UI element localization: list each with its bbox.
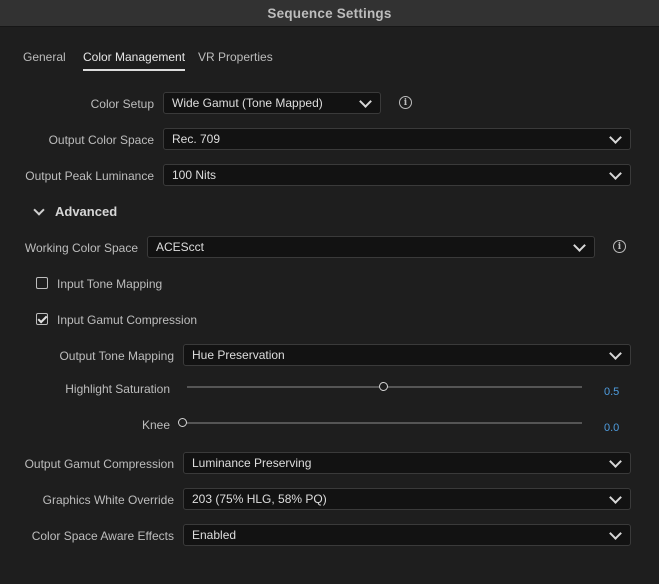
color-space-aware-effects-dropdown[interactable]: Enabled bbox=[183, 524, 631, 546]
output-gamut-compression-dropdown[interactable]: Luminance Preserving bbox=[183, 452, 631, 474]
color-setup-value: Wide Gamut (Tone Mapped) bbox=[172, 96, 323, 110]
knee-track[interactable] bbox=[183, 422, 582, 424]
input-gamut-compression-checkbox[interactable] bbox=[36, 313, 48, 325]
knee-thumb[interactable] bbox=[178, 418, 187, 427]
window-title: Sequence Settings bbox=[267, 5, 392, 21]
output-peak-luminance-dropdown[interactable]: 100 Nits bbox=[163, 164, 631, 186]
chevron-down-icon bbox=[609, 526, 622, 540]
color-setup-dropdown[interactable]: Wide Gamut (Tone Mapped) bbox=[163, 92, 381, 114]
knee-label: Knee bbox=[141, 418, 170, 432]
chevron-down-icon bbox=[573, 238, 586, 252]
highlight-saturation-thumb[interactable] bbox=[379, 382, 388, 391]
graphics-white-override-label: Graphics White Override bbox=[42, 493, 174, 507]
color-space-aware-effects-value: Enabled bbox=[192, 528, 237, 542]
title-bar: Sequence Settings bbox=[0, 0, 659, 27]
graphics-white-override-dropdown[interactable]: 203 (75% HLG, 58% PQ) bbox=[183, 488, 631, 510]
highlight-saturation-value[interactable]: 0.5 bbox=[604, 386, 619, 398]
advanced-section-toggle[interactable]: Advanced bbox=[33, 203, 118, 219]
info-icon[interactable]: i bbox=[613, 240, 626, 253]
output-color-space-label: Output Color Space bbox=[48, 133, 154, 147]
chevron-down-icon bbox=[609, 490, 622, 504]
output-tone-mapping-value: Hue Preservation bbox=[192, 348, 285, 362]
chevron-down-icon bbox=[359, 94, 372, 108]
chevron-down-icon bbox=[609, 130, 622, 144]
output-color-space-dropdown[interactable]: Rec. 709 bbox=[163, 128, 631, 150]
info-icon[interactable]: i bbox=[399, 96, 412, 109]
input-tone-mapping-label: Input Tone Mapping bbox=[57, 277, 163, 291]
color-space-aware-effects-label: Color Space Aware Effects bbox=[31, 529, 174, 543]
working-color-space-value: ACEScct bbox=[156, 240, 205, 254]
working-color-space-label: Working Color Space bbox=[24, 241, 138, 255]
output-tone-mapping-label: Output Tone Mapping bbox=[59, 349, 174, 363]
tab-vr-properties[interactable]: VR Properties bbox=[198, 50, 273, 64]
tab-general[interactable]: General bbox=[23, 50, 66, 64]
graphics-white-override-value: 203 (75% HLG, 58% PQ) bbox=[192, 492, 327, 506]
output-tone-mapping-dropdown[interactable]: Hue Preservation bbox=[183, 344, 631, 366]
advanced-section-title: Advanced bbox=[55, 204, 118, 219]
chevron-down-icon bbox=[33, 203, 45, 216]
working-color-space-dropdown[interactable]: ACEScct bbox=[147, 236, 595, 258]
output-peak-luminance-value: 100 Nits bbox=[172, 168, 217, 182]
chevron-down-icon bbox=[609, 454, 622, 468]
input-gamut-compression-label: Input Gamut Compression bbox=[57, 313, 198, 327]
input-tone-mapping-checkbox[interactable] bbox=[36, 277, 48, 289]
tab-color-management[interactable]: Color Management bbox=[83, 50, 186, 71]
knee-value[interactable]: 0.0 bbox=[604, 422, 619, 434]
highlight-saturation-label: Highlight Saturation bbox=[65, 382, 170, 396]
color-setup-label: Color Setup bbox=[90, 97, 154, 111]
chevron-down-icon bbox=[609, 346, 622, 360]
output-peak-luminance-label: Output Peak Luminance bbox=[25, 169, 154, 183]
output-gamut-compression-label: Output Gamut Compression bbox=[24, 457, 174, 471]
output-color-space-value: Rec. 709 bbox=[172, 132, 221, 146]
chevron-down-icon bbox=[609, 166, 622, 180]
output-gamut-compression-value: Luminance Preserving bbox=[192, 456, 312, 470]
